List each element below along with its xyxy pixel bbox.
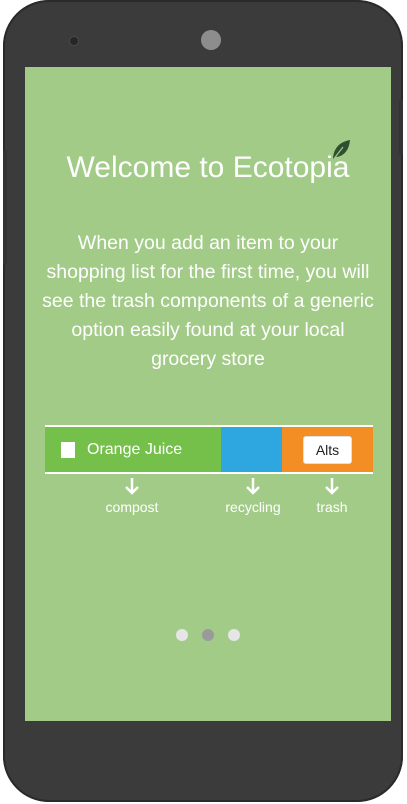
page-indicator <box>25 629 391 641</box>
example-item-row: Orange Juice Alts <box>45 425 373 474</box>
compost-label: compost <box>105 499 159 515</box>
recycling-segment <box>221 427 282 472</box>
volume-button <box>3 150 7 265</box>
leaf-icon <box>332 140 350 161</box>
item-name: Orange Juice <box>87 440 183 458</box>
arrow-down-icon <box>325 478 339 495</box>
compost-indicator: compost <box>82 477 182 515</box>
phone-frame: Welcome to Ecotopia When you add an item… <box>3 0 403 802</box>
intro-text: When you add an item to your shopping li… <box>42 232 374 370</box>
trash-indicator: trash <box>282 477 382 515</box>
trash-segment: Alts <box>282 427 373 472</box>
trash-label: trash <box>316 499 348 515</box>
alts-button[interactable]: Alts <box>302 435 353 464</box>
page-dot-active[interactable] <box>202 629 214 641</box>
compost-segment: Orange Juice <box>45 427 221 472</box>
item-checkbox[interactable] <box>61 441 75 458</box>
power-button <box>399 100 403 155</box>
page-dot[interactable] <box>176 629 188 641</box>
onboarding-screen: Welcome to Ecotopia When you add an item… <box>25 67 391 721</box>
arrow-down-icon <box>125 478 139 495</box>
front-camera <box>201 30 221 50</box>
proximity-sensor <box>69 36 79 46</box>
arrow-down-icon <box>246 478 260 495</box>
page-dot[interactable] <box>228 629 240 641</box>
